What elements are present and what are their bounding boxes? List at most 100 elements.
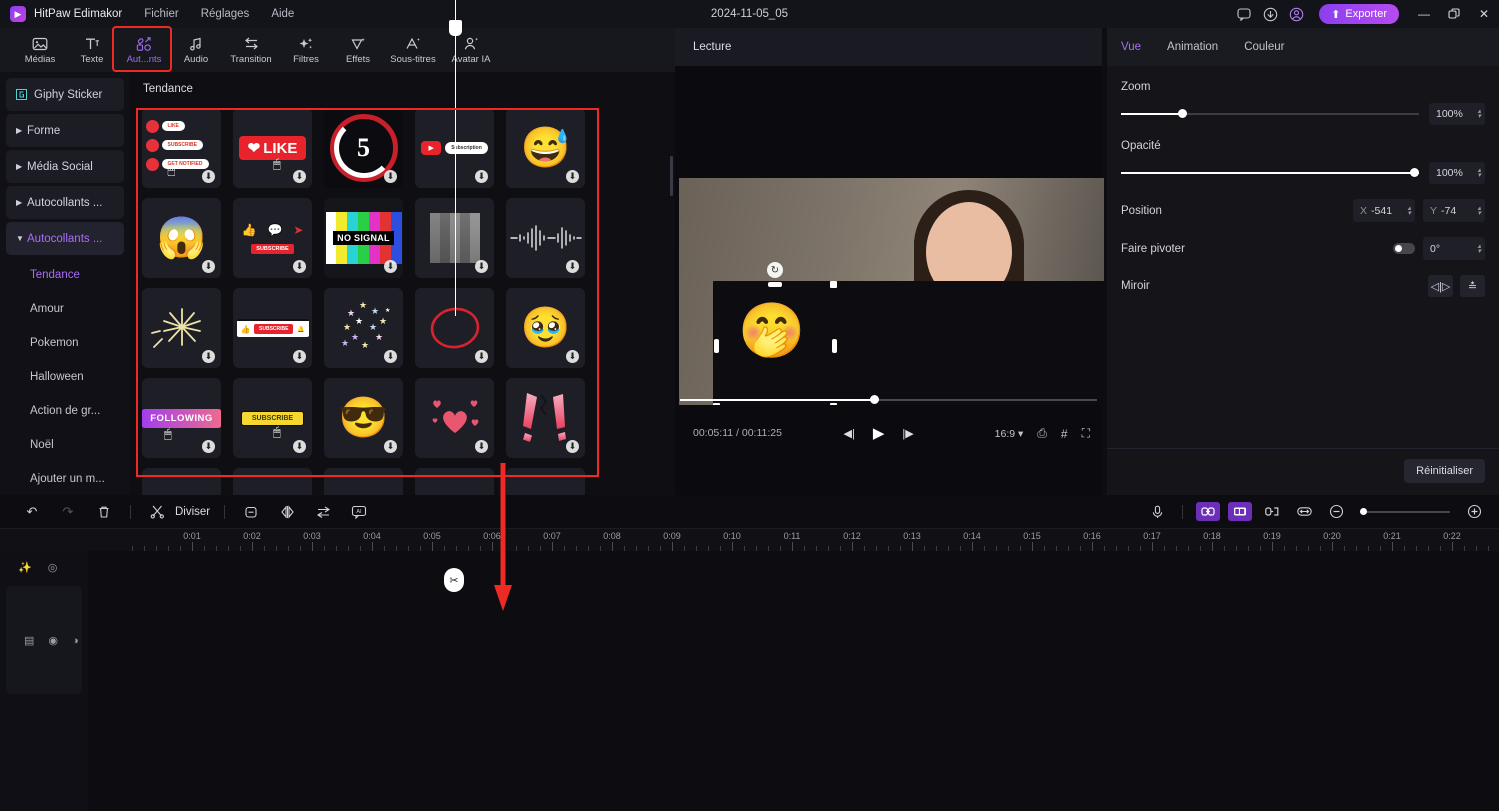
resize-handle-bm[interactable]	[768, 404, 782, 405]
play-button[interactable]: ▶	[873, 424, 885, 442]
sidebar-item-media-social[interactable]: ▶ Média Social	[6, 150, 124, 183]
download-icon[interactable]: ⬇	[202, 350, 215, 363]
stars-swirl-thumb[interactable]: ★ ★ ★ ★ ★ ★ ★ ★ ★ ★ ★ ★ ⬇	[324, 288, 403, 368]
mute-icon[interactable]: ◑	[72, 635, 79, 647]
sticker-item[interactable]	[500, 463, 591, 495]
fireworks-sparkle-thumb[interactable]: ⬇	[142, 288, 221, 368]
sidebar-item-giphy[interactable]: Giphy Sticker	[6, 78, 124, 111]
slider-knob[interactable]	[1177, 109, 1187, 118]
download-icon[interactable]: ⬇	[475, 260, 488, 273]
sticker-item[interactable]: ❤ LIKE 🖱 ⬇	[227, 103, 318, 193]
resize-handle-bl[interactable]	[713, 403, 720, 405]
sticker-item[interactable]: FOLLOWING 🖱 ⬇	[136, 373, 227, 463]
sticker-item[interactable]: ⬇	[409, 373, 500, 463]
stepper-arrows[interactable]: ▴ ▾	[1477, 167, 1481, 179]
scrubber-knob[interactable]	[870, 395, 879, 404]
download-icon[interactable]: ⬇	[202, 260, 215, 273]
sticker-item[interactable]: ★ ★ ★ ★ ★ ★ ★ ★ ★ ★ ★ ★ ⬇	[318, 283, 409, 373]
tool-autocollants[interactable]: Aut...nts	[118, 29, 170, 71]
resize-handle-lm[interactable]	[713, 338, 719, 353]
link-clips-icon[interactable]	[1196, 502, 1220, 521]
sticker-item[interactable]: 😱 ⬇	[136, 193, 227, 283]
sidebar-subitem-pokemon[interactable]: Pokemon	[6, 326, 124, 360]
sticker-item[interactable]: LIKE SUBSCRIBE GET NOTIFIED 🖱 ⬇	[136, 103, 227, 193]
tool-audio[interactable]: Audio	[170, 29, 222, 71]
sidebar-item-autocollants-2[interactable]: ▼ Autocollants ...	[6, 222, 124, 255]
grid-icon[interactable]: #	[1061, 427, 1068, 441]
download-icon[interactable]: ⬇	[293, 260, 306, 273]
hearts-cluster-thumb[interactable]: ⬇	[415, 378, 494, 458]
position-x-field[interactable]: X -541 ▴ ▾	[1353, 199, 1415, 222]
sticker-item[interactable]	[227, 463, 318, 495]
menu-aide[interactable]: Aide	[271, 8, 294, 20]
sticker-item[interactable]	[136, 463, 227, 495]
sidebar-subitem-noel[interactable]: Noël	[6, 428, 124, 462]
sticker-item[interactable]: 🥹 ⬇	[500, 283, 591, 373]
like-comment-share-subscribe-thumb[interactable]: 👍 💬 ➤ SUBSCRIBE ⬇	[233, 198, 312, 278]
sticker-item[interactable]: ✕	[409, 463, 500, 495]
split-track-icon[interactable]: ▤	[24, 634, 34, 647]
sticker-item[interactable]: ⬇	[500, 193, 591, 283]
playback-scrubber[interactable]	[680, 395, 1097, 404]
stepper-arrows[interactable]: ▴ ▾	[1477, 243, 1481, 255]
menu-fichier[interactable]: Fichier	[144, 8, 179, 20]
sidebar-subitem-halloween[interactable]: Halloween	[6, 360, 124, 394]
zoom-slider[interactable]	[1121, 109, 1419, 119]
speed-icon[interactable]	[305, 495, 341, 528]
download-icon[interactable]: ⬇	[475, 170, 488, 183]
partial-sticker-4[interactable]: ✕	[415, 468, 494, 495]
download-icon[interactable]: ⬇	[202, 440, 215, 453]
rotate-toggle[interactable]	[1393, 243, 1415, 254]
sticker-item[interactable]: 👍 💬 ➤ SUBSCRIBE ⬇	[227, 193, 318, 283]
sidebar-item-forme[interactable]: ▶ Forme	[6, 114, 124, 147]
sticker-scrollbar[interactable]	[670, 156, 673, 196]
tool-transition[interactable]: Transition	[222, 29, 280, 71]
audio-waveform-thumb[interactable]: ⬇	[506, 198, 585, 278]
resize-handle-rm[interactable]	[831, 338, 837, 353]
download-icon[interactable]	[1257, 0, 1283, 28]
voice-record-icon[interactable]	[1145, 502, 1169, 521]
sticker-item[interactable]: 😅 ⬇	[500, 103, 591, 193]
reset-button[interactable]: Réinitialiser	[1404, 459, 1485, 483]
download-icon[interactable]: ⬇	[475, 350, 488, 363]
tool-sous-titres[interactable]: Sous-titres	[384, 29, 442, 71]
tool-texte[interactable]: Texte	[66, 29, 118, 71]
double-exclamation-thumb[interactable]: ⬇	[506, 378, 585, 458]
flip-horizontal-icon[interactable]: ◁|▷	[1428, 275, 1453, 297]
partial-sticker-3[interactable]	[324, 468, 403, 495]
flip-vertical-icon[interactable]: ≛	[1460, 275, 1485, 297]
feedback-icon[interactable]	[1231, 0, 1257, 28]
tool-effets[interactable]: Effets	[332, 29, 384, 71]
aspect-ratio-selector[interactable]: 16:9 ▾	[995, 428, 1024, 440]
sidebar-subitem-ajouter[interactable]: Ajouter un m...	[6, 462, 124, 496]
download-icon[interactable]: ⬇	[202, 170, 215, 183]
video-canvas[interactable]: ↻ 🤭	[679, 178, 1104, 405]
account-icon[interactable]	[1283, 0, 1309, 28]
snapshot-icon[interactable]: ⎙	[1037, 426, 1047, 441]
timeline-ruler[interactable]: 0:01 0:02 0:03 0:04 0:05 0:06 0:07 0:08 0:09 0:10…	[0, 528, 1499, 551]
menu-reglages[interactable]: Réglages	[201, 8, 250, 20]
tool-medias[interactable]: Médias	[14, 29, 66, 71]
download-icon[interactable]: ⬇	[384, 170, 397, 183]
selected-sticker-glyph[interactable]: 🤭	[738, 304, 805, 358]
rotate-icon[interactable]: ↻	[767, 262, 783, 278]
sticker-item[interactable]: SUBSCRIBE 🖱 ⬇	[227, 373, 318, 463]
timeline-zoom-slider[interactable]	[1360, 507, 1450, 517]
sticker-selection-box[interactable]: ↻ 🤭	[713, 262, 1104, 405]
subscribe-yellow-button-thumb[interactable]: SUBSCRIBE 🖱 ⬇	[233, 378, 312, 458]
playhead-handle[interactable]	[449, 20, 462, 36]
download-icon[interactable]: ⬇	[566, 260, 579, 273]
export-button[interactable]: ⬆ Exporter	[1319, 4, 1399, 24]
mirror-icon[interactable]	[269, 495, 305, 528]
no-signal-test-card-thumb[interactable]: NO SIGNAL ⬇	[324, 198, 403, 278]
sidebar-subitem-action-de-grace[interactable]: Action de gr...	[6, 394, 124, 428]
countdown-five-thumb[interactable]: 5 ⬇	[324, 108, 403, 188]
eye-icon[interactable]: ◉	[48, 634, 58, 647]
redo-button[interactable]: ↷	[50, 495, 86, 528]
tab-couleur[interactable]: Couleur	[1244, 41, 1284, 53]
magnet-icon[interactable]	[1228, 502, 1252, 521]
prev-frame-button[interactable]: ◀|	[844, 427, 855, 440]
download-icon[interactable]: ⬇	[384, 440, 397, 453]
rotate-field[interactable]: 0° ▴ ▾	[1423, 237, 1485, 260]
maximize-button[interactable]	[1439, 0, 1469, 28]
